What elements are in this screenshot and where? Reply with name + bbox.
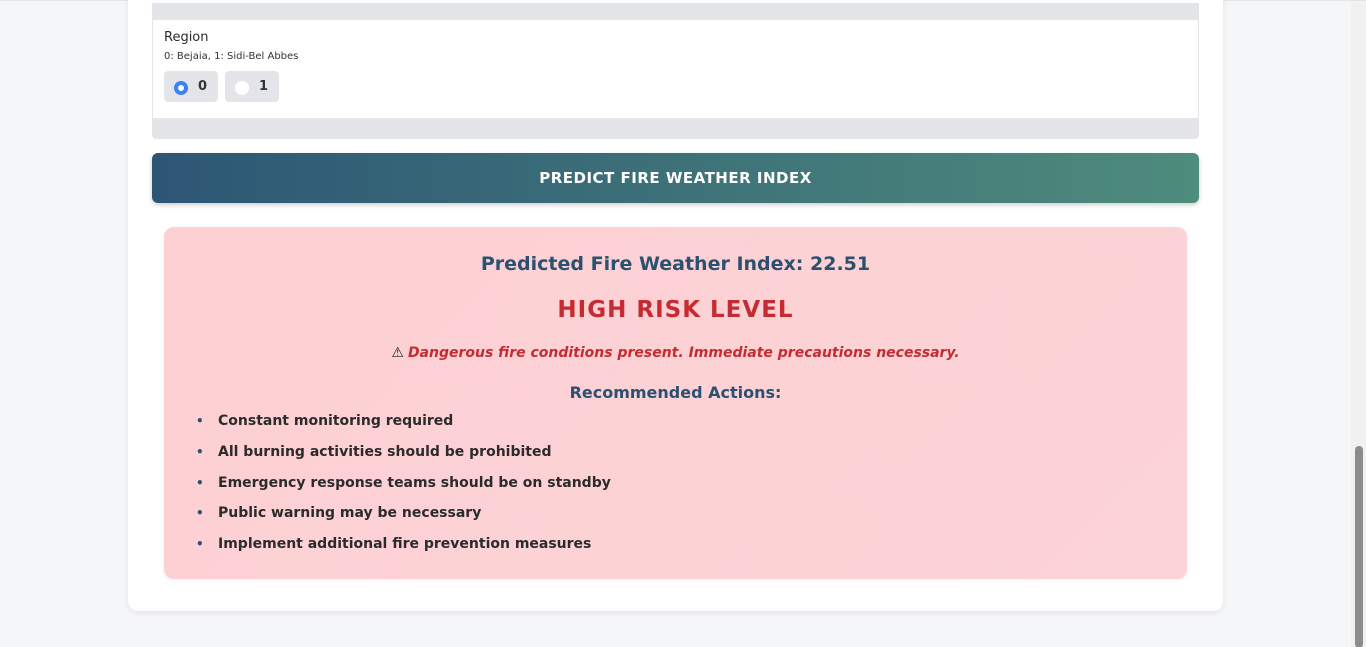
action-text: Constant monitoring required [218,413,454,429]
vertical-scrollbar[interactable] [1351,1,1366,647]
region-option-0[interactable]: 0 [164,71,218,102]
bullet-icon: • [196,475,204,490]
warning-message: ⚠ Dangerous fire conditions present. Imme… [164,345,1187,361]
predict-button[interactable]: PREDICT FIRE WEATHER INDEX [152,153,1199,203]
list-item: • Emergency response teams should be on s… [196,475,611,506]
list-item: • Constant monitoring required [196,413,611,444]
prediction-result-panel: Predicted Fire Weather Index: 22.51 HIGH… [164,227,1187,579]
action-text: All burning activities should be prohibi… [218,443,552,460]
bullet-icon: • [196,444,204,459]
recommended-actions-list: • Constant monitoring required • All burni… [196,413,611,567]
warning-text: Dangerous fire conditions present. Immed… [407,345,960,361]
list-item: • Implement additional fire prevention me… [196,536,611,567]
scrollbar-thumb[interactable] [1355,446,1363,647]
region-hint: 0: Bejaia, 1: Sidi-Bel Abbes [164,51,299,62]
prediction-value: Predicted Fire Weather Index: 22.51 [480,253,871,275]
bullet-icon: • [196,537,204,552]
region-option-1-label: 1 [259,79,269,94]
radio-unselected-icon[interactable] [235,80,249,95]
risk-level: HIGH RISK LEVEL [557,297,794,323]
region-option-1[interactable]: 1 [225,71,279,102]
bullet-icon: • [196,506,204,521]
region-field: Region 0: Bejaia, 1: Sidi-Bel Abbes 0 1 [153,20,1198,118]
region-label: Region [164,30,209,45]
action-text: Public warning may be necessary [218,505,482,522]
list-item: • All burning activities should be prohib… [196,444,611,475]
warning-icon: ⚠ [391,345,404,361]
radio-selected-icon[interactable] [174,80,188,95]
action-text: Emergency response teams should be on st… [218,474,611,491]
list-item: • Public warning may be necessary [196,505,611,536]
bullet-icon: • [196,414,204,428]
recommended-actions-title: Recommended Actions: [569,383,782,402]
action-text: Implement additional fire prevention mea… [218,536,592,553]
region-field-group: Region 0: Bejaia, 1: Sidi-Bel Abbes 0 1 [152,3,1199,139]
region-option-0-label: 0 [198,79,208,94]
